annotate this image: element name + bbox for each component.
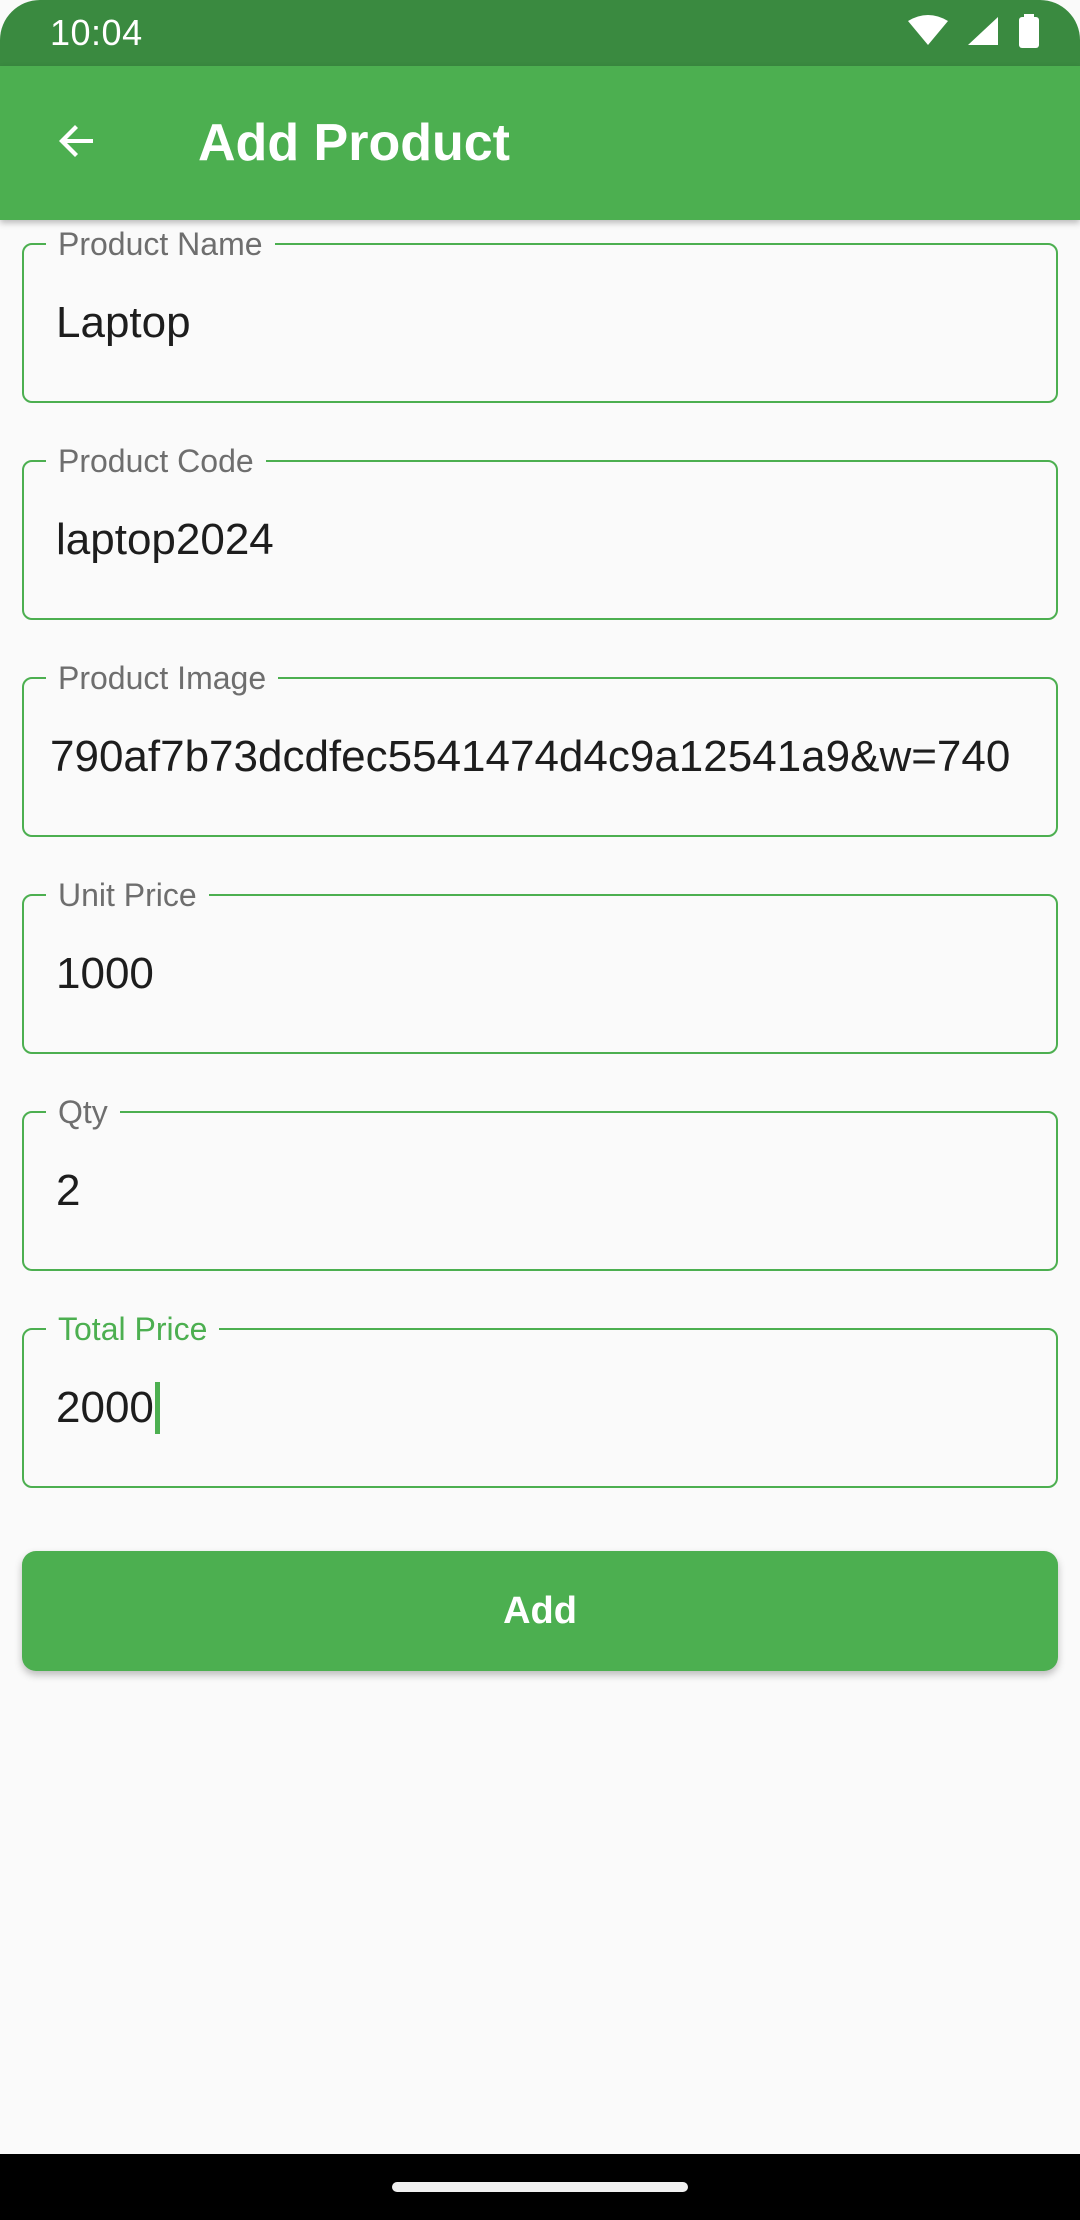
total-price-value: 2000 [56, 1383, 154, 1432]
product-image-label: Product Image [46, 660, 279, 696]
product-name-field[interactable]: Product Name Laptop [22, 226, 1058, 403]
text-cursor [154, 1382, 160, 1434]
arrow-back-icon [53, 117, 101, 170]
total-price-field[interactable]: Total Price 2000 [22, 1311, 1058, 1488]
status-bar: 10:04 [0, 0, 1080, 66]
add-button[interactable]: Add [22, 1551, 1058, 1671]
qty-field[interactable]: Qty 2 [22, 1094, 1058, 1271]
product-name-input[interactable]: Laptop [56, 297, 1030, 349]
product-code-label: Product Code [46, 443, 266, 479]
product-image-field[interactable]: Product Image 790af7b73dcdfec5541474d4c9… [22, 660, 1058, 837]
total-price-input[interactable]: 2000 [56, 1382, 1030, 1434]
page-title: Add Product [198, 114, 510, 172]
product-code-input[interactable]: laptop2024 [56, 514, 1030, 566]
home-handle[interactable] [392, 2182, 688, 2192]
signal-icon [966, 15, 1000, 52]
total-price-label: Total Price [46, 1311, 220, 1347]
navigation-bar [0, 2154, 1080, 2220]
product-code-field[interactable]: Product Code laptop2024 [22, 443, 1058, 620]
wifi-icon [908, 14, 948, 52]
qty-input[interactable]: 2 [56, 1165, 1030, 1217]
qty-label: Qty [46, 1094, 120, 1130]
back-button[interactable] [0, 66, 154, 220]
product-image-input[interactable]: 790af7b73dcdfec5541474d4c9a12541a9&w=740 [50, 731, 1030, 783]
status-time: 10:04 [50, 12, 143, 53]
status-icons [908, 13, 1040, 53]
product-name-label: Product Name [46, 226, 275, 262]
app-bar: Add Product [0, 66, 1080, 220]
unit-price-label: Unit Price [46, 877, 209, 913]
unit-price-field[interactable]: Unit Price 1000 [22, 877, 1058, 1054]
unit-price-input[interactable]: 1000 [56, 948, 1030, 1000]
battery-icon [1018, 13, 1040, 53]
